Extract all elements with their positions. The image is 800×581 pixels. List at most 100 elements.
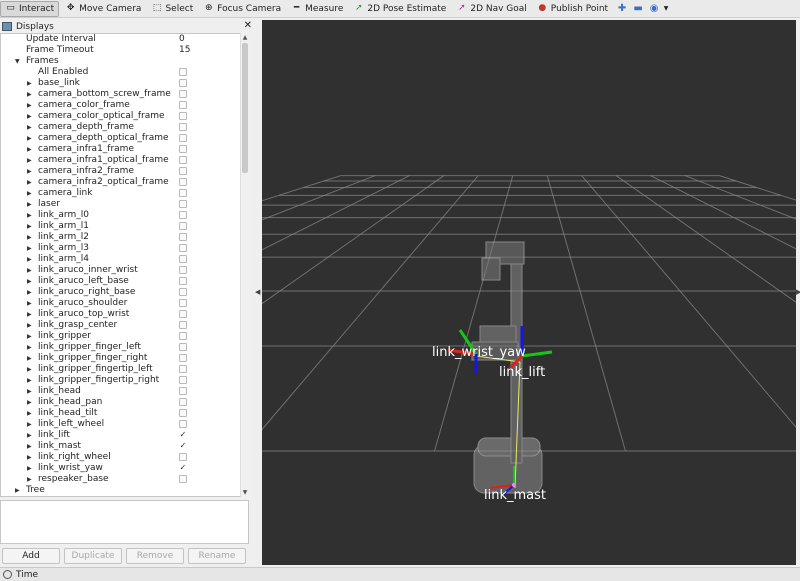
frame-row[interactable]: ▶ link_lift ✓: [1, 430, 241, 441]
collapsed-arrow-icon[interactable]: ▶: [27, 265, 32, 276]
frame-row[interactable]: ▶ laser: [1, 199, 241, 210]
frame-row[interactable]: ▶ link_gripper_finger_left: [1, 342, 241, 353]
collapsed-arrow-icon[interactable]: ▶: [27, 353, 32, 364]
move-camera-tool-button[interactable]: ✥ Move Camera: [61, 1, 145, 17]
frame-row[interactable]: ▶ link_gripper_finger_right: [1, 353, 241, 364]
collapsed-arrow-icon[interactable]: ▶: [15, 485, 20, 496]
frame-row[interactable]: ▶ link_arm_l3: [1, 243, 241, 254]
frame-row[interactable]: ▶ camera_infra1_frame: [1, 144, 241, 155]
pose-estimate-tool-button[interactable]: ➚ 2D Pose Estimate: [349, 1, 450, 17]
interact-tool-button[interactable]: ▭ Interact: [0, 0, 60, 17]
update-interval-value[interactable]: 0: [179, 34, 185, 45]
collapsed-arrow-icon[interactable]: ▶: [27, 254, 32, 265]
frame-checkbox[interactable]: [179, 321, 187, 329]
collapsed-arrow-icon[interactable]: ▶: [27, 155, 32, 166]
collapsed-arrow-icon[interactable]: ▶: [27, 441, 32, 452]
frame-row[interactable]: ▶ camera_color_frame: [1, 100, 241, 111]
collapsed-arrow-icon[interactable]: ▶: [27, 144, 32, 155]
frame-checkbox[interactable]: [179, 255, 187, 263]
frame-row[interactable]: ▶ link_aruco_inner_wrist: [1, 265, 241, 276]
frame-checkbox[interactable]: [179, 387, 187, 395]
collapsed-arrow-icon[interactable]: ▶: [27, 364, 32, 375]
frame-checkbox[interactable]: [179, 398, 187, 406]
remove-button[interactable]: Remove: [126, 548, 184, 564]
collapsed-arrow-icon[interactable]: ▶: [27, 375, 32, 386]
frame-row[interactable]: ▶ camera_infra1_optical_frame: [1, 155, 241, 166]
frame-row[interactable]: ▶ respeaker_base: [1, 474, 241, 485]
frame-checkbox[interactable]: [179, 90, 187, 98]
frame-checkbox[interactable]: [179, 343, 187, 351]
collapse-right-arrow-icon[interactable]: ▶: [796, 288, 800, 296]
frame-checkbox[interactable]: [179, 112, 187, 120]
frame-row[interactable]: ▶ link_gripper: [1, 331, 241, 342]
frame-row[interactable]: ▶ link_head_tilt: [1, 408, 241, 419]
publish-point-tool-button[interactable]: ● Publish Point: [533, 1, 612, 17]
toolbar-dropdown-button[interactable]: ▼: [662, 1, 670, 17]
frame-checkbox[interactable]: [179, 79, 187, 87]
frame-row[interactable]: ▶ camera_depth_optical_frame: [1, 133, 241, 144]
frame-row[interactable]: ▶ camera_link: [1, 188, 241, 199]
nav-goal-tool-button[interactable]: ➚ 2D Nav Goal: [452, 1, 530, 17]
duplicate-button[interactable]: Duplicate: [64, 548, 122, 564]
collapsed-arrow-icon[interactable]: ▶: [27, 408, 32, 419]
collapse-left-arrow-icon[interactable]: ◀: [255, 288, 260, 296]
collapsed-arrow-icon[interactable]: ▶: [27, 221, 32, 232]
collapsed-arrow-icon[interactable]: ▶: [27, 243, 32, 254]
visibility-tool-button[interactable]: ◉: [646, 1, 662, 17]
frame-row[interactable]: ▶ link_right_wheel: [1, 452, 241, 463]
collapsed-arrow-icon[interactable]: ▶: [27, 188, 32, 199]
collapsed-arrow-icon[interactable]: ▶: [27, 331, 32, 342]
frame-row[interactable]: ▶ link_aruco_right_base: [1, 287, 241, 298]
frame-row[interactable]: ▶ link_arm_l1: [1, 221, 241, 232]
frame-checkbox[interactable]: [179, 156, 187, 164]
frame-checkbox[interactable]: [179, 101, 187, 109]
frame-checkbox[interactable]: ✓: [179, 464, 187, 472]
add-button[interactable]: Add: [2, 548, 60, 564]
tree-row[interactable]: ▶ Tree: [1, 485, 241, 496]
frame-row[interactable]: ▶ link_gripper_fingertip_left: [1, 364, 241, 375]
frame-row[interactable]: ▶ camera_infra2_frame: [1, 166, 241, 177]
collapsed-arrow-icon[interactable]: ▶: [27, 177, 32, 188]
rename-button[interactable]: Rename: [188, 548, 246, 564]
frame-checkbox[interactable]: [179, 420, 187, 428]
collapsed-arrow-icon[interactable]: ▶: [27, 397, 32, 408]
frame-checkbox[interactable]: [179, 211, 187, 219]
collapsed-arrow-icon[interactable]: ▶: [27, 111, 32, 122]
all-enabled-checkbox[interactable]: [179, 68, 187, 76]
collapsed-arrow-icon[interactable]: ▶: [27, 298, 32, 309]
frame-row[interactable]: ▶ camera_bottom_screw_frame: [1, 89, 241, 100]
frame-checkbox[interactable]: [179, 310, 187, 318]
remove-tool-button[interactable]: ▬: [630, 1, 646, 17]
frame-row[interactable]: ▶ link_arm_l0: [1, 210, 241, 221]
frame-row[interactable]: ▶ camera_depth_frame: [1, 122, 241, 133]
expanded-arrow-icon[interactable]: ▼: [15, 56, 20, 67]
frame-checkbox[interactable]: [179, 365, 187, 373]
frame-checkbox[interactable]: [179, 288, 187, 296]
collapsed-arrow-icon[interactable]: ▶: [27, 133, 32, 144]
frame-row[interactable]: ▶ camera_infra2_optical_frame: [1, 177, 241, 188]
collapsed-arrow-icon[interactable]: ▶: [27, 474, 32, 485]
collapsed-arrow-icon[interactable]: ▶: [27, 320, 32, 331]
collapsed-arrow-icon[interactable]: ▶: [27, 386, 32, 397]
collapsed-arrow-icon[interactable]: ▶: [27, 463, 32, 474]
frame-checkbox[interactable]: ✓: [179, 431, 187, 439]
displays-scrollbar[interactable]: ▲ ▼: [240, 33, 249, 497]
frame-checkbox[interactable]: [179, 145, 187, 153]
frame-row[interactable]: ▶ link_arm_l2: [1, 232, 241, 243]
frame-checkbox[interactable]: [179, 475, 187, 483]
measure-tool-button[interactable]: ━ Measure: [287, 1, 347, 17]
frame-row[interactable]: ▶ link_wrist_yaw ✓: [1, 463, 241, 474]
frame-checkbox[interactable]: [179, 222, 187, 230]
frame-checkbox[interactable]: [179, 123, 187, 131]
frame-row[interactable]: ▶ link_aruco_shoulder: [1, 298, 241, 309]
collapsed-arrow-icon[interactable]: ▶: [27, 89, 32, 100]
frame-checkbox[interactable]: [179, 376, 187, 384]
frame-row[interactable]: ▶ link_head: [1, 386, 241, 397]
frame-row[interactable]: ▶ link_head_pan: [1, 397, 241, 408]
frame-checkbox[interactable]: [179, 233, 187, 241]
frame-checkbox[interactable]: [179, 134, 187, 142]
frame-timeout-row[interactable]: Frame Timeout 15: [1, 45, 241, 56]
frame-checkbox[interactable]: [179, 244, 187, 252]
frame-timeout-value[interactable]: 15: [179, 45, 190, 56]
collapsed-arrow-icon[interactable]: ▶: [27, 210, 32, 221]
